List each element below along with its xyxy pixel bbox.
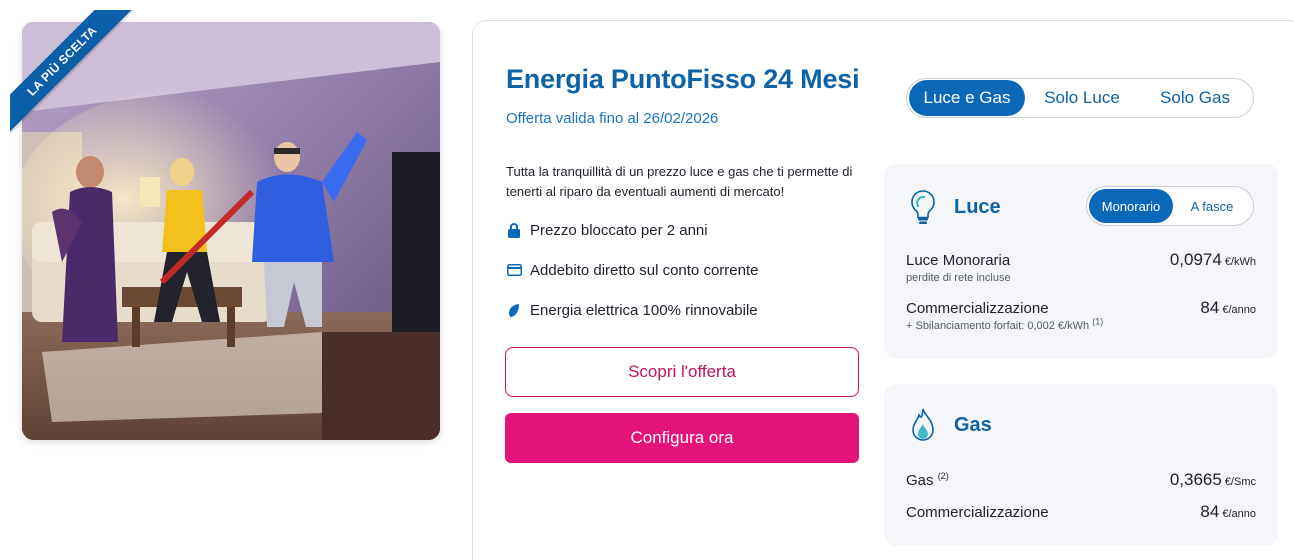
offer-title: Energia PuntoFisso 24 Mesi	[506, 64, 860, 94]
price-unit: €/anno	[1222, 304, 1256, 316]
price-row-commercializzazione-gas: Commercializzazione 84 €/anno	[906, 502, 1256, 522]
price-sublabel-text: + Sbilanciamento forfait: 0,002 €/kWh	[906, 320, 1090, 332]
feature-label: Prezzo bloccato per 2 anni	[530, 221, 708, 239]
price-value: 0,0974 €/kWh	[1170, 250, 1256, 270]
tab-a-fasce[interactable]: A fasce	[1173, 189, 1251, 223]
price-amount: 0,0974	[1169, 250, 1222, 269]
price-row-luce-monoraria: Luce Monoraria perdite di rete incluse 0…	[906, 250, 1256, 284]
footnote-ref: (2)	[937, 471, 949, 481]
feature-item: Energia elettrica 100% rinnovabile	[506, 300, 758, 320]
price-unit: €/kWh	[1224, 256, 1256, 268]
price-label-text: Gas	[906, 472, 934, 489]
living-room-illustration	[22, 22, 440, 440]
price-amount: 0,3665	[1169, 470, 1222, 489]
price-amount: 84	[1200, 298, 1220, 317]
tab-monorario[interactable]: Monorario	[1089, 189, 1173, 223]
flame-icon	[906, 406, 940, 444]
tariff-toggle: Monorario A fasce	[1086, 186, 1254, 226]
price-unit: €/anno	[1222, 508, 1256, 520]
price-unit: €/Smc	[1224, 476, 1256, 488]
price-row-commercializzazione-luce: Commercializzazione + Sbilanciamento for…	[906, 298, 1256, 332]
offer-description: Tutta la tranquillità di un prezzo luce …	[506, 164, 853, 199]
price-amount: 84	[1200, 502, 1220, 521]
offer-hero-image	[22, 22, 440, 440]
feature-list: Prezzo bloccato per 2 anni Addebito dire…	[506, 220, 758, 340]
price-value: 84 €/anno	[1200, 502, 1256, 522]
configure-now-button[interactable]: Configura ora	[505, 413, 859, 463]
price-sublabel: + Sbilanciamento forfait: 0,002 €/kWh (1…	[906, 317, 1256, 332]
price-row-gas: Gas (2) 0,3665 €/Smc	[906, 470, 1256, 490]
lightbulb-icon	[906, 188, 940, 226]
discover-offer-button[interactable]: Scopri l'offerta	[505, 347, 859, 397]
luce-title: Luce	[954, 195, 1001, 218]
footnote-ref: (1)	[1092, 316, 1104, 327]
supply-type-selector: Luce e Gas Solo Luce Solo Gas	[906, 78, 1254, 118]
price-value: 84 €/anno	[1200, 298, 1256, 318]
luce-price-panel: Luce Monorario A fasce Luce Monoraria pe…	[884, 164, 1278, 358]
price-sublabel: perdite di rete incluse	[906, 272, 1011, 284]
tab-solo-luce[interactable]: Solo Luce	[1025, 80, 1139, 116]
card-icon	[506, 262, 522, 278]
feature-item: Prezzo bloccato per 2 anni	[506, 220, 758, 240]
price-value: 0,3665 €/Smc	[1170, 470, 1256, 490]
tab-luce-e-gas[interactable]: Luce e Gas	[909, 80, 1025, 116]
gas-header: Gas	[906, 406, 992, 444]
feature-label: Addebito diretto sul conto corrente	[530, 261, 759, 279]
gas-price-panel: Gas Gas (2) 0,3665 €/Smc Commercializzazi…	[884, 384, 1278, 546]
lock-icon	[506, 222, 522, 238]
feature-item: Addebito diretto sul conto corrente	[506, 260, 758, 280]
feature-label: Energia elettrica 100% rinnovabile	[530, 301, 758, 319]
offer-validity: Offerta valida fino al 26/02/2026	[506, 110, 719, 127]
gas-title: Gas	[954, 413, 992, 436]
tab-solo-gas[interactable]: Solo Gas	[1139, 80, 1251, 116]
leaf-icon	[506, 302, 522, 318]
luce-header: Luce	[906, 188, 1001, 226]
